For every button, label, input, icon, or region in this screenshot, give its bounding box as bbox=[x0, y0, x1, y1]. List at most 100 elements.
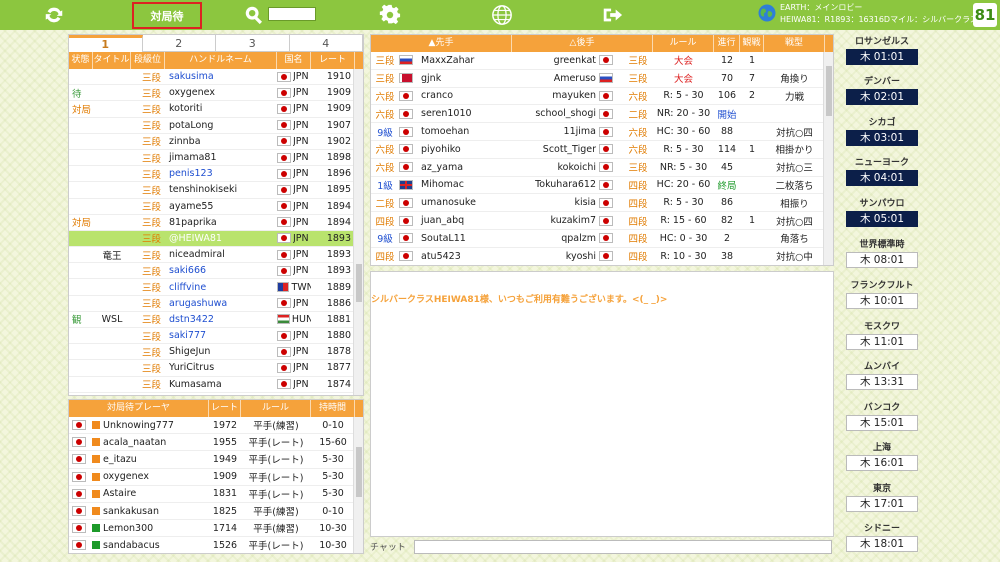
player-row[interactable]: 三段 arugashuwa JPN 1886 bbox=[69, 296, 355, 312]
col-rate[interactable]: レート bbox=[311, 52, 355, 69]
game-watchers: 2 bbox=[748, 90, 756, 102]
country-code: JPN bbox=[293, 378, 309, 390]
waiting-list-scrollbar[interactable] bbox=[353, 417, 363, 553]
sente-name: SoutaL11 bbox=[421, 232, 466, 244]
player-list-scrollbar[interactable] bbox=[353, 69, 363, 395]
player-handle: penis123 bbox=[169, 168, 213, 180]
game-row[interactable]: 9級 SoutaL11 qpalzm 四段 HC: 0 - 30 2 角落ち bbox=[371, 230, 825, 248]
col-waiting-rate[interactable]: レート bbox=[209, 400, 241, 417]
col-status[interactable]: 状態 bbox=[69, 52, 93, 69]
game-row[interactable]: 二段 umanosuke kisia 四段 R: 5 - 30 86 相振り bbox=[371, 194, 825, 213]
waiting-row[interactable]: Unknowing777 1972 平手(練習) 0-10 bbox=[69, 417, 355, 435]
game-row[interactable]: 六段 piyohiko Scott_Tiger 六段 R: 5 - 30 114 1 相掛かり bbox=[371, 141, 825, 159]
game-row[interactable]: 六段 cranco mayuken 六段 R: 5 - 30 106 2 力戦 bbox=[371, 88, 825, 106]
player-rate: 1894 bbox=[326, 200, 351, 212]
player-status: 対局 bbox=[72, 104, 92, 116]
col-watchers[interactable]: 観戦 bbox=[740, 35, 764, 52]
logout-icon[interactable] bbox=[600, 3, 624, 27]
player-row[interactable]: 観 WSL 三段 dstn3422 HUN 1881 bbox=[69, 312, 355, 328]
clock-time: 木 16:01 bbox=[846, 455, 918, 471]
col-handle[interactable]: ハンドルネーム bbox=[165, 52, 277, 69]
gote-rank: 四段 bbox=[628, 216, 648, 228]
col-gote[interactable]: △後手 bbox=[512, 35, 653, 52]
waiting-row[interactable]: e_itazu 1949 平手(レート) 5-30 bbox=[69, 451, 355, 469]
player-rate: 1893 bbox=[326, 265, 351, 277]
game-row[interactable]: 六段 seren1010 school_shogi 二段 NR: 20 - 30 開始 bbox=[371, 105, 825, 124]
player-row[interactable]: 三段 saki777 JPN 1880 bbox=[69, 328, 355, 345]
waiting-row[interactable]: sankakusan 1825 平手(練習) 0-10 bbox=[69, 503, 355, 521]
player-row[interactable]: 対局 三段 kotoriti JPN 1909 bbox=[69, 101, 355, 118]
waiting-row[interactable]: Astaire 1831 平手(レート) 5-30 bbox=[69, 486, 355, 503]
col-sente[interactable]: ▲先手 bbox=[371, 35, 512, 52]
player-row[interactable]: 三段 cliffvine TWN 1889 bbox=[69, 279, 355, 296]
rule-color-icon bbox=[92, 507, 100, 516]
flag-icon bbox=[599, 179, 613, 190]
player-row[interactable]: 三段 penis123 JPN 1896 bbox=[69, 166, 355, 183]
flag-icon bbox=[599, 144, 613, 155]
col-waiting-time[interactable]: 持時間 bbox=[311, 400, 355, 417]
player-row[interactable]: 三段 ayame55 JPN 1894 bbox=[69, 199, 355, 215]
game-row[interactable]: 四段 juan_abq kuzakim7 四段 R: 15 - 60 82 1 対抗○四 bbox=[371, 212, 825, 230]
player-row[interactable]: 三段 saki666 JPN 1893 bbox=[69, 263, 355, 280]
sente-flag bbox=[399, 108, 419, 119]
game-row[interactable]: 六段 az_yama kokoichi 三段 NR: 5 - 30 45 対抗○三 bbox=[371, 159, 825, 177]
tab-page-2[interactable]: 2 bbox=[142, 35, 216, 52]
col-rule[interactable]: ルール bbox=[653, 35, 714, 52]
col-rank[interactable]: 段級位 bbox=[131, 52, 165, 69]
player-row[interactable]: 三段 ShigeJun JPN 1878 bbox=[69, 344, 355, 361]
waiting-players-panel: 対局待プレーヤ レート ルール 持時間 Unknowing777 1972 平手(練… bbox=[68, 399, 364, 554]
player-row[interactable]: 待 三段 oxygenex JPN 1909 bbox=[69, 85, 355, 102]
refresh-icon[interactable] bbox=[42, 3, 66, 27]
country-code: JPN bbox=[293, 297, 309, 309]
player-country: JPN bbox=[277, 184, 311, 195]
col-title[interactable]: タイトル bbox=[93, 52, 131, 69]
player-row[interactable]: 三段 sakusima JPN 1910 bbox=[69, 69, 355, 86]
clock-city: 世界標準時 bbox=[859, 240, 905, 250]
player-row[interactable]: 三段 Kumasama JPN 1874 bbox=[69, 377, 355, 393]
tab-page-4[interactable]: 4 bbox=[289, 35, 363, 52]
player-rate: 1880 bbox=[326, 330, 351, 342]
game-moves: 38 bbox=[720, 250, 734, 262]
tab-page-3[interactable]: 3 bbox=[216, 35, 290, 52]
col-moves[interactable]: 進行 bbox=[714, 35, 740, 52]
player-row[interactable]: 三段 @HEIWA81 JPN 1893 bbox=[69, 230, 355, 248]
col-waiting-player[interactable]: 対局待プレーヤ bbox=[69, 400, 209, 417]
game-row[interactable]: 1級 Mihomac Tokuhara612 四段 HC: 20 - 60 終局 二枚落ち bbox=[371, 177, 825, 195]
player-row[interactable]: 三段 tenshinokiseki JPN 1895 bbox=[69, 182, 355, 199]
clock-8: ムンバイ木 13:31 bbox=[846, 361, 918, 390]
player-row[interactable]: 三段 potaLong JPN 1907 bbox=[69, 118, 355, 134]
player-row[interactable]: 三段 jimama81 JPN 1898 bbox=[69, 150, 355, 167]
player-rank: 三段 bbox=[141, 169, 161, 181]
search-input[interactable] bbox=[268, 7, 316, 21]
player-row[interactable]: 三段 zinnba JPN 1902 bbox=[69, 134, 355, 150]
game-row[interactable]: 四段 atu5423 kyoshi 四段 R: 10 - 30 38 対抗○中 bbox=[371, 248, 825, 265]
col-waiting-rule[interactable]: ルール bbox=[241, 400, 311, 417]
player-row[interactable]: 三段 YuriCitrus JPN 1877 bbox=[69, 360, 355, 377]
games-scrollbar[interactable] bbox=[823, 52, 833, 265]
games-list: 三段 MaxxZahar greenkat 三段 大会 12 1 三段 gjnk Ameruso 三… bbox=[371, 52, 825, 265]
waiting-rate: 1949 bbox=[212, 453, 238, 465]
waiting-row[interactable]: oxygenex 1909 平手(レート) 5-30 bbox=[69, 469, 355, 486]
game-row[interactable]: 三段 MaxxZahar greenkat 三段 大会 12 1 bbox=[371, 52, 825, 70]
player-row[interactable]: 竜王 三段 niceadmiral JPN 1893 bbox=[69, 247, 355, 264]
globe-icon[interactable] bbox=[490, 3, 514, 27]
game-opening: 対抗○四 bbox=[776, 216, 813, 228]
gear-icon[interactable] bbox=[378, 3, 402, 27]
col-country[interactable]: 国名 bbox=[277, 52, 311, 69]
waiting-row[interactable]: Lemon300 1714 平手(練習) 10-30 bbox=[69, 520, 355, 538]
tab-waiting-for-game[interactable]: 対局待 bbox=[132, 2, 202, 29]
player-row[interactable]: 対局 三段 81paprika JPN 1894 bbox=[69, 215, 355, 231]
search-icon[interactable] bbox=[242, 3, 266, 27]
flag-icon bbox=[599, 126, 613, 137]
game-row[interactable]: 9級 tomoehan 11jima 六段 HC: 30 - 60 88 対抗○四 bbox=[371, 123, 825, 141]
player-country: JPN bbox=[277, 120, 311, 131]
chat-input[interactable] bbox=[414, 540, 832, 554]
country-code: HUN bbox=[291, 313, 311, 325]
waiting-time: 5-30 bbox=[322, 471, 344, 483]
waiting-row[interactable]: sandabacus 1526 平手(レート) 10-30 bbox=[69, 537, 355, 553]
waiting-rate: 1955 bbox=[212, 436, 238, 448]
game-row[interactable]: 三段 gjnk Ameruso 三段 大会 70 7 角換り bbox=[371, 70, 825, 88]
col-opening[interactable]: 戦型 bbox=[764, 35, 825, 52]
tab-page-1[interactable]: 1 bbox=[69, 35, 143, 52]
waiting-row[interactable]: acala_naatan 1955 平手(レート) 15-60 bbox=[69, 434, 355, 452]
